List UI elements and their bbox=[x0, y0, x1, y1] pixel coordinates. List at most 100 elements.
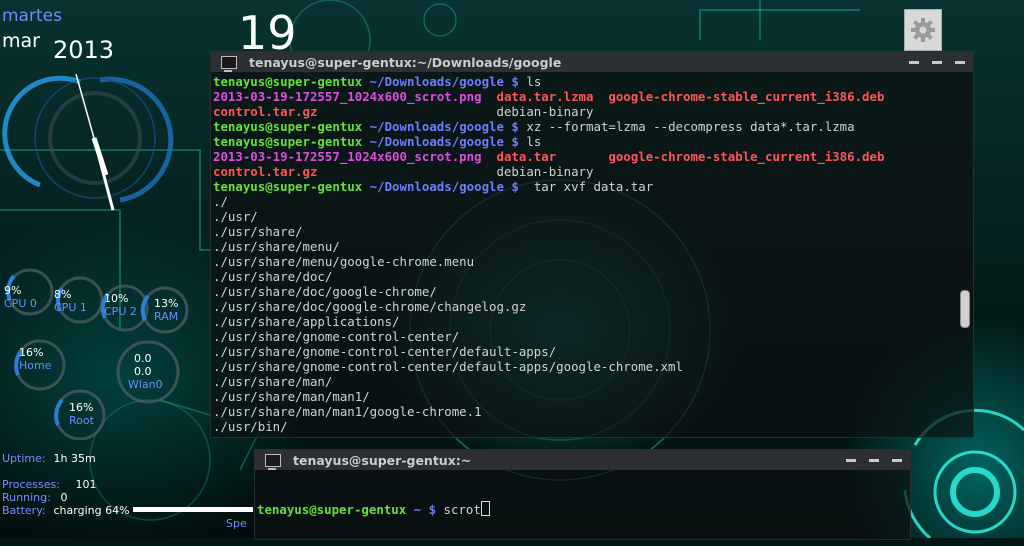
output-text: ./usr/share/gnome-control-center/ bbox=[213, 329, 460, 344]
gauge-cpu1-label: CPU 1 bbox=[54, 301, 87, 314]
ls-output-line: control.tar.gz debian-binary bbox=[213, 164, 884, 179]
terminal-scrollbar[interactable] bbox=[960, 74, 970, 435]
output-text: ./usr/share/applications/ bbox=[213, 314, 400, 329]
uptime-row: Uptime: 1h 35m bbox=[2, 452, 130, 465]
prompt-user: tenayus@super-gentux bbox=[213, 134, 363, 149]
output-line: ./usr/share/ bbox=[213, 224, 884, 239]
file-name: debian-binary bbox=[496, 104, 594, 119]
prompt-sign: $ bbox=[511, 74, 519, 89]
command-text: xz --format=lzma --decompress data*.tar.… bbox=[526, 119, 855, 134]
prompt-line: tenayus@super-gentux ~/Downloads/google … bbox=[213, 179, 884, 194]
maximize-button[interactable] bbox=[869, 458, 879, 462]
uptime-label: Uptime: bbox=[2, 452, 46, 465]
scrollbar-thumb[interactable] bbox=[960, 290, 970, 328]
command-input[interactable]: scrot bbox=[444, 502, 481, 517]
prompt-line: tenayus@super-gentux ~/Downloads/google … bbox=[213, 119, 884, 134]
output-line: ./usr/share/doc/google-chrome/changelog.… bbox=[213, 299, 884, 314]
output-line: ./usr/share/man/man1/ bbox=[213, 389, 884, 404]
file-name: debian-binary bbox=[496, 164, 594, 179]
processes-label: Processes: bbox=[2, 478, 60, 491]
prompt-dir: ~/Downloads/google bbox=[369, 134, 504, 149]
output-text: ./usr/share/gnome-control-center/default… bbox=[213, 359, 683, 374]
prompt-user: tenayus@super-gentux bbox=[213, 119, 363, 134]
file-name: google-chrome-stable_current_i386.deb bbox=[608, 89, 885, 104]
output-text: ./usr/share/menu/google-chrome.menu bbox=[213, 254, 475, 269]
gauge-root-label: Root bbox=[69, 414, 94, 427]
battery-bar bbox=[133, 507, 253, 512]
prompt-sign: $ bbox=[428, 502, 437, 517]
gauge-root: 16% Root bbox=[69, 401, 94, 427]
gauge-ram: 13% RAM bbox=[154, 297, 178, 323]
prompt-sign: $ bbox=[511, 179, 519, 194]
terminal-small-output[interactable]: tenayus@super-gentux ~ $ scrot bbox=[257, 471, 490, 546]
gauge-home: 16% Home bbox=[19, 346, 51, 372]
gauge-cpu0-value: 9% bbox=[4, 284, 22, 297]
file-name: google-chrome-stable_current_i386.deb bbox=[608, 149, 885, 164]
terminal-small-titlebar[interactable]: tenayus@super-gentux:~ bbox=[255, 450, 910, 470]
output-text: ./usr/bin/ bbox=[213, 419, 288, 434]
gauge-ram-label: RAM bbox=[154, 310, 179, 323]
gauge-cpu2: 10% CPU 2 bbox=[104, 292, 137, 318]
terminal-window-main[interactable]: tenayus@super-gentux:~/Downloads/google … bbox=[210, 51, 974, 438]
output-line: ./usr/ bbox=[213, 209, 884, 224]
output-text: ./usr/ bbox=[213, 209, 258, 224]
output-line: ./usr/bin/ bbox=[213, 419, 884, 434]
battery-value: charging 64% bbox=[53, 504, 130, 517]
terminal-window-small[interactable]: tenayus@super-gentux:~ tenayus@super-gen… bbox=[254, 449, 911, 540]
output-text: ./usr/share/gnome-control-center/default… bbox=[213, 344, 557, 359]
terminal-small-icon bbox=[265, 453, 281, 470]
gauge-home-value: 16% bbox=[19, 346, 44, 359]
wlan-up-value: 0.0 bbox=[134, 365, 152, 378]
terminal-title: tenayus@super-gentux:~/Downloads/google bbox=[249, 54, 562, 70]
terminal-output[interactable]: tenayus@super-gentux ~/Downloads/google … bbox=[213, 74, 884, 434]
prompt-line: tenayus@super-gentux ~/Downloads/google … bbox=[213, 74, 884, 89]
prompt-user: tenayus@super-gentux bbox=[213, 179, 363, 194]
uptime-value: 1h 35m bbox=[53, 452, 96, 465]
gauge-cpu2-label: CPU 2 bbox=[104, 305, 137, 318]
output-line: ./usr/share/menu/ bbox=[213, 239, 884, 254]
conky-trailing-label: Spe bbox=[226, 517, 247, 530]
file-name: control.tar.gz bbox=[213, 104, 318, 119]
close-button[interactable] bbox=[955, 60, 965, 64]
output-text: ./usr/share/menu/ bbox=[213, 239, 340, 254]
terminal-small-title: tenayus@super-gentux:~ bbox=[293, 452, 472, 468]
output-line: ./usr/share/doc/ bbox=[213, 269, 884, 284]
settings-button[interactable] bbox=[904, 9, 942, 51]
output-text: ./usr/share/doc/ bbox=[213, 269, 333, 284]
gauge-cpu1: 8% CPU 1 bbox=[54, 288, 87, 314]
maximize-button[interactable] bbox=[932, 60, 942, 64]
running-row: Running: 0 bbox=[2, 491, 130, 504]
output-text: ./usr/share/ bbox=[213, 224, 303, 239]
gauge-cpu1-value: 8% bbox=[54, 288, 72, 301]
gauge-wlan: 0.0 0.0 Wlan0 bbox=[128, 352, 163, 391]
output-line: ./ bbox=[213, 194, 884, 209]
output-line: ./usr/share/applications/ bbox=[213, 314, 884, 329]
file-name: 2013-03-19-172557_1024x600_scrot.png bbox=[213, 149, 482, 164]
close-button[interactable] bbox=[892, 458, 902, 462]
prompt-dir: ~/Downloads/google bbox=[369, 74, 504, 89]
conky-month: mar bbox=[2, 30, 40, 52]
terminal-icon bbox=[221, 55, 237, 72]
text-cursor bbox=[480, 501, 490, 516]
file-name: data.tar.lzma bbox=[496, 89, 594, 104]
terminal-titlebar[interactable]: tenayus@super-gentux:~/Downloads/google bbox=[211, 52, 973, 72]
prompt-user: tenayus@super-gentux bbox=[213, 74, 363, 89]
clock-hands bbox=[75, 73, 115, 211]
wlan-label: Wlan0 bbox=[128, 378, 163, 391]
processes-value: 101 bbox=[75, 478, 97, 491]
file-name: data.tar bbox=[496, 149, 557, 164]
prompt-line: tenayus@super-gentux ~ $ scrot bbox=[257, 501, 490, 517]
output-text: ./usr/share/man/man1/ bbox=[213, 389, 370, 404]
prompt-sign: $ bbox=[511, 119, 519, 134]
output-line: ./usr/share/man/ bbox=[213, 374, 884, 389]
output-text: ./ bbox=[213, 194, 228, 209]
gear-icon bbox=[911, 18, 935, 42]
ls-output-line: control.tar.gz debian-binary bbox=[213, 104, 884, 119]
output-line: ./usr/share/doc/google-chrome/ bbox=[213, 284, 884, 299]
conky-day-name: martes bbox=[2, 6, 62, 26]
output-line: ./usr/share/gnome-control-center/ bbox=[213, 329, 884, 344]
output-line: ./usr/share/gnome-control-center/default… bbox=[213, 359, 884, 374]
minimize-button[interactable] bbox=[846, 458, 856, 462]
minimize-button[interactable] bbox=[909, 60, 919, 64]
ls-output-line: 2013-03-19-172557_1024x600_scrot.png dat… bbox=[213, 89, 884, 104]
